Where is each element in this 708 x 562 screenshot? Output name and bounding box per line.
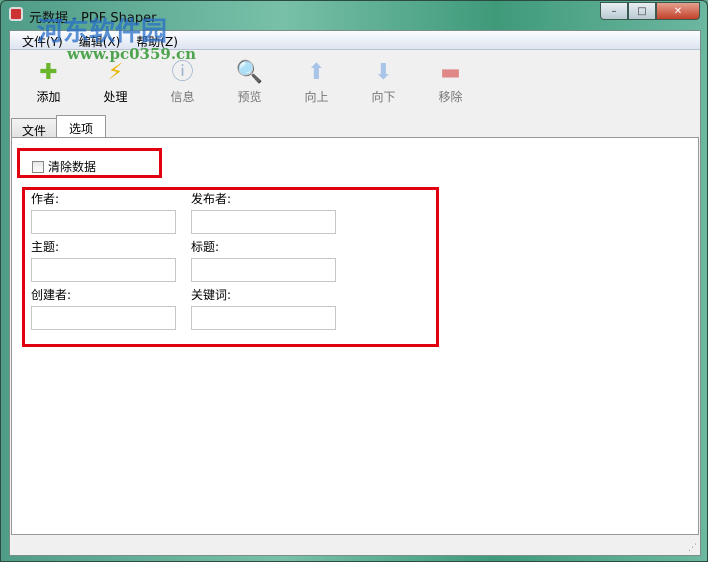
remove-button[interactable]: ▬ 移除 (417, 50, 484, 106)
app-icon (9, 7, 23, 21)
info-label: 信息 (170, 90, 195, 104)
checkbox[interactable] (32, 160, 44, 173)
author-input[interactable] (31, 210, 176, 234)
creator-label: 创建者: (31, 288, 72, 302)
keywords-input[interactable] (191, 306, 336, 330)
menu-edit[interactable]: 编辑(X) (71, 31, 129, 49)
publisher-input[interactable] (191, 210, 336, 234)
menu-bar: 文件(Y) 编辑(X) 帮助(Z) (10, 31, 700, 50)
preview-button[interactable]: 🔍 预览 (216, 50, 283, 106)
move-up-button[interactable]: ⬆ 向上 (283, 50, 350, 106)
maximize-button[interactable]: □ (628, 2, 656, 20)
move-down-icon: ⬇ (374, 60, 393, 85)
add-label: 添加 (36, 90, 61, 104)
process-button[interactable]: ⚡ 处理 (82, 50, 149, 106)
move-up-label: 向上 (304, 90, 329, 104)
info-icon: ⓘ (171, 60, 194, 85)
clear-data-label: 清除数据 (48, 160, 97, 174)
add-icon: ✚ (39, 60, 58, 85)
process-icon: ⚡ (107, 60, 124, 85)
preview-label: 预览 (237, 90, 262, 104)
status-bar: ⋰ (10, 537, 700, 555)
title-input[interactable] (191, 258, 336, 282)
minimize-button[interactable]: – (600, 2, 628, 20)
publisher-label: 发布者: (191, 192, 232, 206)
author-label: 作者: (31, 192, 60, 206)
move-down-label: 向下 (371, 90, 396, 104)
subject-input[interactable] (31, 258, 176, 282)
remove-label: 移除 (438, 90, 463, 104)
remove-icon: ▬ (440, 60, 461, 85)
info-button[interactable]: ⓘ 信息 (149, 50, 216, 106)
move-down-button[interactable]: ⬇ 向下 (350, 50, 417, 106)
menu-file[interactable]: 文件(Y) (14, 31, 71, 49)
clear-data-checkbox[interactable]: 清除数据 (32, 158, 96, 175)
move-up-icon: ⬆ (307, 60, 326, 85)
add-button[interactable]: ✚ 添加 (15, 50, 82, 106)
close-button[interactable]: ✕ (656, 2, 700, 20)
resize-grip-icon[interactable]: ⋰ (688, 543, 697, 553)
options-panel: 清除数据 作者: 发布者: 主题: 标题: 创建者: 关键词: (11, 137, 699, 535)
process-label: 处理 (103, 90, 128, 104)
window: 元数据 - PDF Shaper – □ ✕ 文件(Y) 编辑(X) 帮助(Z)… (0, 0, 708, 562)
menu-help[interactable]: 帮助(Z) (128, 31, 186, 49)
preview-icon: 🔍 (235, 60, 264, 85)
keywords-label: 关键词: (191, 288, 232, 302)
toolbar: ✚ 添加 ⚡ 处理 ⓘ 信息 🔍 预览 ⬆ 向上 ⬇ 向下 ▬ 移除 (10, 50, 700, 106)
window-title: 元数据 - PDF Shaper (29, 11, 157, 26)
creator-input[interactable] (31, 306, 176, 330)
subject-label: 主题: (31, 240, 60, 254)
title-label: 标题: (191, 240, 220, 254)
